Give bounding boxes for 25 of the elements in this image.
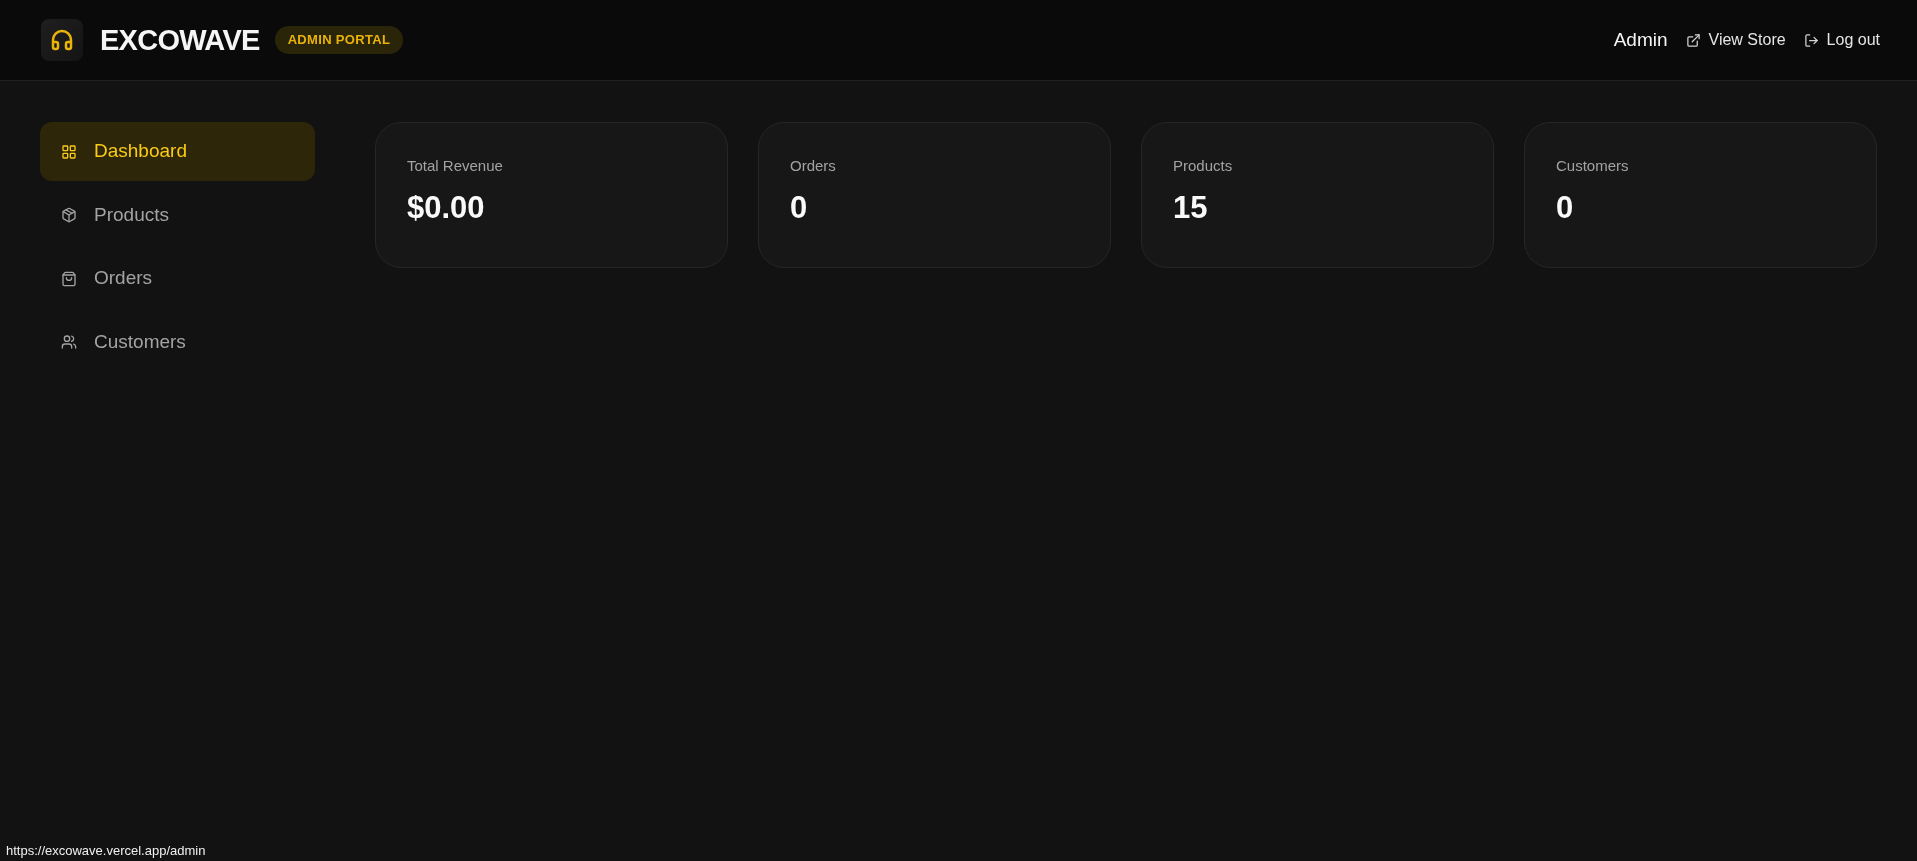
- stat-value: $0.00: [407, 190, 486, 226]
- view-store-link[interactable]: View Store: [1685, 28, 1786, 52]
- stat-value: 0: [790, 190, 809, 226]
- portal-badge: ADMIN PORTAL: [274, 26, 404, 54]
- box-icon: [61, 207, 77, 223]
- sidebar-item[interactable]: Products: [40, 185, 315, 245]
- stat-value: 15: [1173, 190, 1209, 226]
- stat-label: Orders: [790, 156, 837, 176]
- brand-name: EXCOWAVE: [100, 25, 260, 55]
- stat-label: Total Revenue: [407, 156, 504, 176]
- stat-value: 0: [1556, 190, 1575, 226]
- people-icon: [61, 334, 77, 350]
- stat-label: Products: [1173, 156, 1234, 176]
- stat-label: Customers: [1556, 156, 1630, 176]
- logout-icon: [1803, 32, 1819, 48]
- sidebar-item[interactable]: Orders: [40, 249, 315, 308]
- link-url: https://excowave.vercel.app/admin: [6, 842, 206, 861]
- headphones-logo-icon: [41, 19, 83, 61]
- sidebar-item[interactable]: Dashboard: [40, 122, 315, 181]
- user-name: Admin: [1613, 27, 1668, 52]
- sidebar-item[interactable]: Customers: [40, 312, 315, 372]
- grid-icon: [61, 143, 77, 160]
- external-link-icon: [1685, 32, 1701, 48]
- logout-link[interactable]: Log out: [1803, 28, 1880, 52]
- bag-icon: [61, 270, 77, 287]
